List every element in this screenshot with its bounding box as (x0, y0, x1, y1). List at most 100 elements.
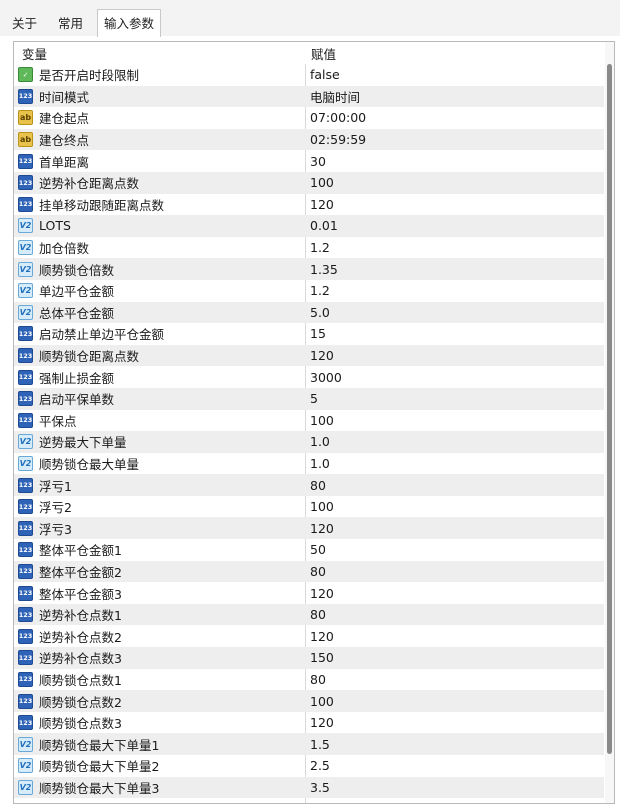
variable-name: 顺势锁仓最大下单量2 (39, 759, 160, 775)
value-cell[interactable]: 3.5 (310, 777, 602, 799)
value-cell[interactable]: 120 (310, 345, 602, 367)
table-row[interactable]: 123 逆势补仓距离点数 100 (14, 171, 604, 194)
int-icon: 123 (18, 348, 33, 364)
table-row[interactable]: 123 时间模式 电脑时间 (14, 85, 604, 108)
variable-cell: 123 顺势锁仓点数3 (18, 712, 304, 734)
value-cell[interactable]: 5 (310, 388, 602, 410)
value-cell[interactable]: 0.01 (310, 215, 602, 237)
table-row[interactable]: V2 LOTS 0.01 (14, 215, 604, 237)
value-cell[interactable]: 1.2 (310, 237, 602, 259)
value-cell[interactable]: 100 (310, 496, 602, 518)
table-row[interactable]: ab 建仓起点 07:00:00 (14, 107, 604, 129)
variable-name: 顺势锁仓点数1 (39, 672, 122, 688)
table-row[interactable]: 123 逆势补仓点数2 120 (14, 625, 604, 647)
table-row[interactable]: 123 启动禁止单边平仓金额 15 (14, 323, 604, 345)
value-cell[interactable]: 80 (310, 561, 602, 583)
table-row[interactable]: 123 强制止损金额 3000 (14, 366, 604, 388)
variable-cell: V2 顺势锁仓倍数 (18, 258, 304, 280)
value-cell[interactable]: 07:00:00 (310, 107, 602, 129)
value-cell[interactable]: 50 (310, 539, 602, 561)
table-row[interactable]: V2 顺势锁仓最大下单量2 2.5 (14, 755, 604, 777)
value-cell[interactable]: 100 (310, 410, 602, 432)
column-header-value[interactable]: 赋值 (311, 42, 336, 64)
value-cell[interactable]: 1.35 (310, 258, 602, 280)
variable-name: 逆势补仓点数3 (39, 651, 122, 667)
table-row[interactable]: V2 顺势锁仓最大下单量3 3.5 (14, 776, 604, 799)
value-cell[interactable]: 150 (310, 647, 602, 669)
value-cell[interactable]: 1.2 (310, 280, 602, 302)
table-row[interactable]: V2 总体平仓金额 5.0 (14, 301, 604, 324)
value-cell[interactable]: 100 (310, 172, 602, 194)
table-row[interactable]: 123 整体平仓金额2 80 (14, 560, 604, 583)
value-cell[interactable]: 15 (310, 323, 602, 345)
variable-cell: ab 建仓起点 (18, 107, 304, 129)
value-cell[interactable]: 80 (310, 474, 602, 496)
tab-input-parameters[interactable]: 输入参数 (97, 9, 162, 37)
double-icon: V2 (18, 434, 33, 450)
table-row[interactable]: 123 挂单移动跟随距离点数 120 (14, 194, 604, 216)
table-row[interactable]: ✓ 是否开启时段限制 false (14, 64, 604, 86)
value-cell[interactable]: 2.5 (310, 755, 602, 777)
value-cell[interactable]: 1.0 (310, 431, 602, 453)
value-cell[interactable]: 30 (310, 150, 602, 172)
value-cell[interactable]: 02:59:59 (310, 129, 602, 151)
variable-cell: V2 LOTS (18, 215, 304, 237)
table-row[interactable]: 123 浮亏2 100 (14, 496, 604, 518)
value-cell[interactable]: 120 (310, 194, 602, 216)
value-cell[interactable]: 电脑时间 (310, 86, 602, 108)
table-row[interactable]: 123 平保点 100 (14, 410, 604, 432)
value-cell[interactable]: 120 (310, 712, 602, 734)
value-cell[interactable]: 5.0 (310, 302, 602, 324)
string-icon: ab (18, 132, 33, 148)
value-cell[interactable]: 100 (310, 690, 602, 712)
table-row[interactable]: 123 启动平保单数 5 (14, 387, 604, 410)
variable-name: 顺势锁仓点数3 (39, 716, 122, 732)
variable-cell: 123 挂单移动跟随距离点数 (18, 194, 304, 216)
vertical-scrollbar[interactable] (605, 42, 614, 803)
tab-about[interactable]: 关于 (6, 12, 43, 36)
table-row[interactable]: 123 逆势补仓点数3 150 (14, 647, 604, 669)
value-cell[interactable]: 80 (310, 604, 602, 626)
table-row[interactable]: 123 顺势锁仓点数1 80 (14, 669, 604, 691)
variable-cell: 123 强制止损金额 (18, 366, 304, 388)
variable-cell: 123 浮亏3 (18, 517, 304, 539)
tab-common[interactable]: 常用 (52, 12, 89, 36)
double-icon: V2 (18, 304, 33, 320)
double-icon: V2 (18, 218, 33, 234)
variable-name: 逆势补仓点数1 (39, 608, 122, 624)
value-cell[interactable]: 120 (310, 582, 602, 604)
table-row[interactable]: 123 浮亏3 120 (14, 517, 604, 540)
table-row[interactable]: V2 单边平仓金额 1.2 (14, 280, 604, 302)
table-row[interactable]: ab 建仓终点 02:59:59 (14, 128, 604, 151)
table-row[interactable]: 123 整体平仓金额3 120 (14, 582, 604, 604)
table-row[interactable]: 123 整体平仓金额1 50 (14, 539, 604, 561)
value-cell[interactable]: 80 (310, 669, 602, 691)
table-row[interactable]: 123 顺势锁仓点数3 120 (14, 712, 604, 734)
scrollbar-thumb[interactable] (607, 64, 612, 754)
table-row[interactable]: V2 顺势锁仓最大单量 1.0 (14, 453, 604, 475)
value-cell[interactable]: false (310, 64, 602, 86)
variable-name: 建仓起点 (39, 111, 90, 127)
variable-name: 首单距离 (39, 154, 90, 170)
variable-cell: 123 整体平仓金额1 (18, 539, 304, 561)
variable-cell: 123 顺势锁仓点数1 (18, 669, 304, 691)
tab-bar: 关于 常用 输入参数 (0, 0, 620, 37)
variable-name: 逆势补仓点数2 (39, 629, 122, 645)
int-icon: 123 (18, 499, 33, 515)
table-row[interactable]: 123 逆势补仓点数1 80 (14, 603, 604, 626)
column-header-variable[interactable]: 变量 (22, 42, 47, 64)
value-cell[interactable]: 120 (310, 517, 602, 539)
table-row[interactable]: V2 顺势锁仓倍数 1.35 (14, 258, 604, 280)
table-row[interactable]: V2 顺势锁仓最大下单量1 1.5 (14, 733, 604, 755)
table-row[interactable]: 123 浮亏1 80 (14, 474, 604, 496)
table-row[interactable]: 123 顺势锁仓点数2 100 (14, 690, 604, 712)
value-cell[interactable]: 1.5 (310, 733, 602, 755)
table-row[interactable]: 123 顺势锁仓距离点数 120 (14, 344, 604, 367)
value-cell[interactable]: 3000 (310, 366, 602, 388)
table-row[interactable]: V2 逆势最大下单量 1.0 (14, 431, 604, 453)
value-cell[interactable]: 120 (310, 625, 602, 647)
value-cell[interactable]: 1.0 (310, 453, 602, 475)
table-row[interactable]: 123 首单距离 30 (14, 150, 604, 172)
table-row[interactable]: V2 加仓倍数 1.2 (14, 237, 604, 259)
int-icon: 123 (18, 196, 33, 212)
